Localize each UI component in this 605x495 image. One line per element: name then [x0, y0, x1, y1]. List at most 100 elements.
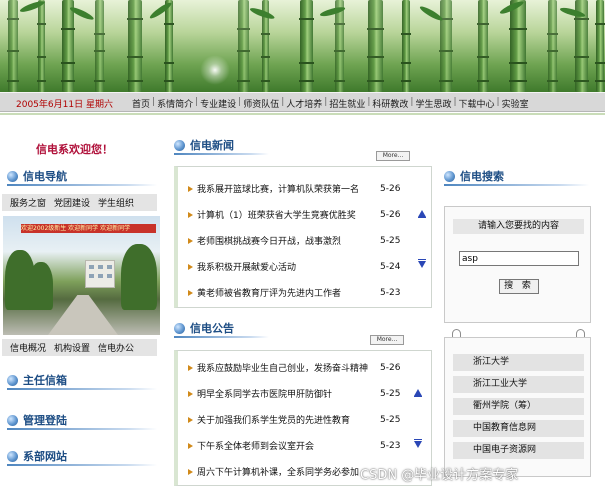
menu-lab[interactable]: 实验室 — [500, 97, 531, 110]
bamboo-stalk — [61, 0, 75, 92]
scroll-down-icon[interactable] — [418, 259, 426, 268]
arrow-icon — [188, 289, 193, 296]
link-party-league[interactable]: 党团建设 — [46, 196, 90, 209]
top-nav-bar: 2005年6月11日 星期六 首页 | 系情简介 | 专业建设 | 师资队伍 | 人才培… — [0, 92, 605, 112]
menu-training[interactable]: 人才培养 — [284, 97, 324, 110]
notice-title: 信电公告 — [190, 322, 234, 335]
link-edu-info-net[interactable]: 中国教育信息网 — [453, 420, 584, 437]
news-item[interactable]: 黄老师被省教育厅评为先进内工作者 5-23 — [188, 286, 408, 299]
menu-about[interactable]: 系情简介 — [155, 97, 195, 110]
notice-item-text[interactable]: 明早全系同学去市医院甲肝防御针 — [197, 387, 380, 400]
arrow-icon — [188, 468, 193, 475]
news-item-text[interactable]: 黄老师被省教育厅评为先进内工作者 — [197, 286, 380, 299]
news-item[interactable]: 我系展开篮球比赛，计算机队荣获第一名 5-26 — [188, 182, 408, 195]
notice-item-text[interactable]: 我系应鼓励毕业生自己创业，发扬奋斗精神 — [197, 361, 380, 374]
tree-shape — [29, 262, 53, 310]
admin-login-title[interactable]: 管理登陆 — [23, 412, 67, 428]
notice-item[interactable]: 关于加强我们系学生党员的先进性教育 5-25 — [188, 413, 408, 426]
link-organization[interactable]: 机构设置 — [46, 341, 90, 354]
bamboo-stalk — [7, 0, 19, 92]
notice-item-text[interactable]: 下午系全体老师到会议室开会 — [197, 439, 380, 452]
news-item-date: 5-26 — [380, 183, 401, 194]
tree-shape — [121, 244, 157, 310]
news-item-text[interactable]: 我系积极开展献爱心活动 — [197, 260, 380, 273]
header-banner — [0, 0, 605, 92]
main-menu: 首页 | 系情简介 | 专业建设 | 师资队伍 | 人才培养 | 招生就业 | 科研教改 | … — [130, 97, 531, 110]
bullet-icon — [174, 139, 185, 151]
link-zjut[interactable]: 浙江工业大学 — [453, 376, 584, 393]
section-header-admin-login[interactable]: 管理登陆 — [7, 412, 67, 428]
link-e-resource-net[interactable]: 中国电子资源网 — [453, 442, 584, 459]
news-item-text[interactable]: 老师围棋挑战赛今日开战，战事激烈 — [197, 234, 380, 247]
section-underline — [7, 464, 157, 466]
notice-item-text[interactable]: 周六下午计算机补课，全系同学务必参加 — [197, 465, 380, 478]
news-item[interactable]: 我系积极开展献爱心活动 5-24 — [188, 260, 408, 273]
news-item-date: 5-26 — [380, 209, 401, 220]
scroll-down-icon[interactable] — [414, 439, 422, 448]
bamboo-stalk — [127, 0, 143, 92]
section-header-news: 信电新闻 — [174, 137, 234, 153]
notice-more-button[interactable]: More... — [370, 335, 404, 345]
link-student-org[interactable]: 学生组织 — [90, 196, 134, 209]
arrow-icon — [188, 364, 193, 371]
section-header-dept-sites[interactable]: 系部网站 — [7, 448, 67, 464]
news-item-text[interactable]: 我系展开篮球比赛，计算机队荣获第一名 — [197, 182, 380, 195]
dept-sites-title[interactable]: 系部网站 — [23, 448, 67, 464]
news-item-text[interactable]: 计算机（1）班荣获省大学生竞赛优胜奖 — [197, 208, 380, 221]
search-input[interactable] — [459, 251, 579, 266]
menu-majors[interactable]: 专业建设 — [198, 97, 238, 110]
link-service-window[interactable]: 服务之窗 — [2, 196, 46, 209]
arrow-icon — [188, 211, 193, 218]
menu-faculty[interactable]: 师资队伍 — [241, 97, 281, 110]
notice-item[interactable]: 我系应鼓励毕业生自己创业，发扬奋斗精神 5-26 — [188, 361, 408, 374]
news-more-button[interactable]: More... — [376, 151, 410, 161]
search-button[interactable]: 搜 索 — [499, 279, 539, 294]
menu-student-affairs[interactable]: 学生思政 — [413, 97, 453, 110]
link-quzhou-college[interactable]: 衢州学院（筹） — [453, 398, 584, 415]
welcome-text: 信电系欢迎您！ — [36, 143, 113, 156]
link-overview[interactable]: 信电概况 — [2, 341, 46, 354]
arrow-icon — [188, 185, 193, 192]
notice-item[interactable]: 明早全系同学去市医院甲肝防御针 5-25 — [188, 387, 408, 400]
notice-item-date: 5-26 — [380, 362, 401, 373]
current-date: 2005年6月11日 星期六 — [16, 100, 113, 110]
bamboo-stalk — [509, 0, 527, 92]
notice-item-text[interactable]: 关于加强我们系学生党员的先进性教育 — [197, 413, 380, 426]
section-underline — [7, 428, 157, 430]
news-item[interactable]: 老师围棋挑战赛今日开战，战事激烈 5-25 — [188, 234, 408, 247]
search-title: 信电搜索 — [460, 170, 504, 183]
notice-item-date: 5-25 — [380, 388, 401, 399]
bamboo-stalk — [595, 0, 605, 92]
scroll-up-icon[interactable] — [414, 389, 422, 397]
search-box: 请输入您要找的内容 搜 索 — [444, 206, 591, 323]
link-zju[interactable]: 浙江大学 — [453, 354, 584, 371]
section-header-nav: 信电导航 — [7, 168, 67, 184]
bamboo-stalk — [547, 0, 558, 92]
arrow-icon — [188, 442, 193, 449]
notice-item-date: 5-25 — [380, 414, 401, 425]
arrow-icon — [188, 390, 193, 397]
menu-downloads[interactable]: 下载中心 — [457, 97, 497, 110]
arrow-icon — [188, 237, 193, 244]
watermark: CSDN @毕业设计方案专家 — [360, 468, 519, 483]
nav-title: 信电导航 — [23, 170, 67, 183]
subnav-row-1: 服务之窗 党团建设 学生组织 — [2, 194, 157, 211]
bullet-icon — [7, 170, 18, 182]
news-item[interactable]: 计算机（1）班荣获省大学生竞赛优胜奖 5-26 — [188, 208, 408, 221]
notice-item[interactable]: 下午系全体老师到会议室开会 5-23 — [188, 439, 408, 452]
section-underline — [7, 388, 157, 390]
news-item-date: 5-23 — [380, 287, 401, 298]
menu-home[interactable]: 首页 — [130, 97, 152, 110]
menu-admissions[interactable]: 招生就业 — [327, 97, 367, 110]
director-mailbox-title[interactable]: 主任信箱 — [23, 372, 67, 388]
news-panel: 我系展开篮球比赛，计算机队荣获第一名 5-26 计算机（1）班荣获省大学生竞赛优… — [174, 166, 432, 308]
links-box: 浙江大学 浙江工业大学 衢州学院（筹） 中国教育信息网 中国电子资源网 — [444, 337, 591, 477]
link-office[interactable]: 信电办公 — [90, 341, 134, 354]
bamboo-stalk — [334, 0, 345, 92]
scroll-up-icon[interactable] — [418, 210, 426, 218]
menu-research[interactable]: 科研教改 — [370, 97, 410, 110]
section-header-director-mailbox[interactable]: 主任信箱 — [7, 372, 67, 388]
bamboo-stalk — [37, 0, 46, 92]
bamboo-stalk — [94, 0, 105, 92]
sparkle-decoration — [200, 55, 230, 85]
